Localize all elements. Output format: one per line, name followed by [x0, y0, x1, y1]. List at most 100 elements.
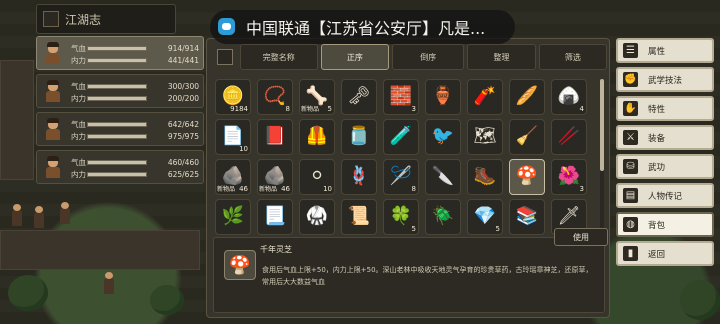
- needles-icon: 🪡: [389, 165, 413, 187]
- party-member[interactable]: 气血 300/300 内力 200/200: [36, 74, 204, 108]
- inventory-slot[interactable]: 🪨 46 新物品: [215, 159, 251, 195]
- item-quantity: 5: [327, 105, 332, 113]
- inventory-slot[interactable]: 🐦: [425, 119, 461, 155]
- inventory-slot[interactable]: 🌺 3: [551, 159, 587, 195]
- inventory-slot[interactable]: ⚪ 10: [299, 159, 335, 195]
- inventory-slot[interactable]: 🪲: [425, 199, 461, 235]
- inventory-slot[interactable]: 🧨: [467, 79, 503, 115]
- inventory-toolbar: 完整名称 正序 倒序 整理 筛选: [213, 44, 608, 70]
- inventory-slot[interactable]: 🍄: [509, 159, 545, 195]
- full-name-checkbox[interactable]: [217, 49, 233, 65]
- hp-bar: [87, 121, 147, 127]
- inventory-slot[interactable]: 🗺: [467, 119, 503, 155]
- inventory-slot[interactable]: 🥢: [551, 119, 587, 155]
- scroll-stick-icon: 🥖: [515, 85, 539, 107]
- inventory-slot[interactable]: 📕: [257, 119, 293, 155]
- inventory-slot[interactable]: 🏺: [425, 79, 461, 115]
- inventory-slot[interactable]: 🧪: [383, 119, 419, 155]
- inventory-slot[interactable]: 📃: [257, 199, 293, 235]
- inventory-slot[interactable]: 📜: [341, 199, 377, 235]
- building-roof: [0, 230, 200, 270]
- full-name-toggle[interactable]: 完整名称: [239, 44, 318, 70]
- inventory-scrollbar[interactable]: [600, 79, 604, 237]
- coin-string-icon: 🪙: [221, 85, 245, 107]
- sort-ascending-button[interactable]: 正序: [320, 44, 390, 70]
- inventory-slot[interactable]: 📿 8: [257, 79, 293, 115]
- inventory-slot[interactable]: 💎 5: [467, 199, 503, 235]
- inventory-slot[interactable]: 🍀 5: [383, 199, 419, 235]
- menu-icon[interactable]: [43, 11, 59, 27]
- inventory-slot[interactable]: 🍙 4: [551, 79, 587, 115]
- scrollbar-thumb[interactable]: [600, 79, 604, 171]
- item-quantity: 9184: [230, 105, 248, 113]
- bag-icon: ◍: [623, 217, 638, 232]
- tree: [680, 280, 720, 320]
- item-quantity: 8: [411, 185, 416, 193]
- map-icon: 🗺: [473, 125, 497, 147]
- menu-item[interactable]: ▮ 返回: [616, 241, 714, 266]
- menu-item[interactable]: ✊ 武学技法: [616, 67, 714, 92]
- item-quantity: 8: [285, 105, 290, 113]
- organize-button[interactable]: 整理: [467, 44, 536, 70]
- item-quantity: 3: [579, 185, 584, 193]
- sort-descending-button[interactable]: 倒序: [392, 44, 465, 70]
- inventory-slot[interactable]: 🪡 8: [383, 159, 419, 195]
- mp-label: 内力: [71, 55, 86, 65]
- menu-item[interactable]: ⚔ 装备: [616, 125, 714, 150]
- menu-item-label: 武功: [648, 162, 666, 173]
- item-description: 食用后气血上限+50，内力上限+50。深山老林中吸收天地灵气孕育的珍贵草药，古玲…: [262, 266, 593, 286]
- inventory-slot[interactable]: 🪨 46 新物品: [257, 159, 293, 195]
- item-quantity: 5: [495, 225, 500, 233]
- menu-item[interactable]: ☰ 属性: [616, 38, 714, 63]
- menu-item[interactable]: ▤ 人物传记: [616, 183, 714, 208]
- hp-value: 642/642: [167, 119, 199, 129]
- inventory-slot[interactable]: 📄 10: [215, 119, 251, 155]
- item-quantity: 10: [239, 145, 248, 153]
- party-member[interactable]: 气血 642/642 内力 975/975: [36, 112, 204, 146]
- mp-label: 内力: [71, 131, 86, 141]
- inventory-slot[interactable]: 🥾: [467, 159, 503, 195]
- inventory-slot[interactable]: 🥖: [509, 79, 545, 115]
- inventory-slot[interactable]: 🫙: [341, 119, 377, 155]
- dagger-icon: 🗡: [557, 205, 581, 227]
- journal-bar[interactable]: 江湖志: [36, 4, 176, 34]
- filter-button[interactable]: 筛选: [538, 44, 608, 70]
- system-notification[interactable]: 中国联通【江苏省公安厅】凡是...: [210, 10, 515, 44]
- inventory-slot[interactable]: 🧹: [509, 119, 545, 155]
- menu-item[interactable]: ◍ 背包: [616, 212, 714, 237]
- item-quantity: 10: [323, 185, 332, 193]
- blue-herb-icon: 🌿: [221, 205, 245, 227]
- wine-jar-icon: 🏺: [431, 85, 455, 107]
- jade-icon: 🍀: [389, 205, 413, 227]
- use-button[interactable]: 使用: [554, 228, 608, 246]
- item-quantity: 46: [239, 185, 248, 193]
- inventory-slot[interactable]: 🦴 5 新物品: [299, 79, 335, 115]
- menu-item-label: 返回: [648, 249, 666, 260]
- attribute-icon: ☰: [623, 43, 638, 58]
- mushroom-icon: 🍄: [515, 165, 539, 187]
- item-quantity: 46: [281, 185, 290, 193]
- party-member[interactable]: 气血 460/460 内力 625/625: [36, 150, 204, 184]
- notification-text: 中国联通【江苏省公安厅】凡是...: [246, 19, 486, 38]
- character-portrait-icon: [43, 118, 63, 140]
- inventory-slot[interactable]: 🧱 3: [383, 79, 419, 115]
- inventory-slot[interactable]: 🥋: [299, 199, 335, 235]
- hp-bar: [87, 83, 147, 89]
- tree: [150, 285, 184, 315]
- inventory-slot[interactable]: 🦺: [299, 119, 335, 155]
- hp-value: 460/460: [167, 157, 199, 167]
- inventory-slot[interactable]: 🔪: [425, 159, 461, 195]
- item-detail-panel: 🍄 千年灵芝 食用后气血上限+50，内力上限+50。深山老林中吸收天地灵气孕育的…: [213, 237, 605, 313]
- inventory-slot[interactable]: 🪙 9184: [215, 79, 251, 115]
- character-portrait-icon: [43, 42, 63, 64]
- inventory-slot[interactable]: 📚: [509, 199, 545, 235]
- inventory-slot[interactable]: 🌿: [215, 199, 251, 235]
- hp-value: 300/300: [167, 81, 199, 91]
- menu-item[interactable]: ✋ 特性: [616, 96, 714, 121]
- inventory-slot[interactable]: 🗝: [341, 79, 377, 115]
- staff-icon: 🥢: [557, 125, 581, 147]
- menu-item[interactable]: ⛁ 武功: [616, 154, 714, 179]
- character-menu: ☰ 属性 ✊ 武学技法 ✋ 特性 ⚔ 装备 ⛁ 武功 ▤ 人物传记 ◍ 背包 ▮ 返回: [616, 38, 714, 270]
- inventory-slot[interactable]: 🪢: [341, 159, 377, 195]
- party-member[interactable]: 气血 914/914 内力 441/441: [36, 36, 204, 70]
